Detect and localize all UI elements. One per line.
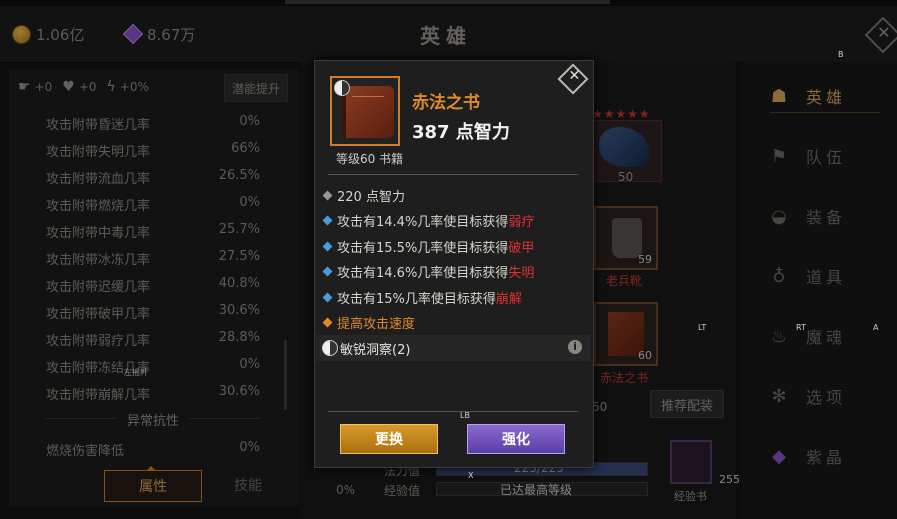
book-icon [342, 86, 394, 138]
set-bonus-name: 敏锐洞察(2) [340, 343, 411, 358]
hint-lt: LT [698, 323, 707, 332]
item-attribute: 攻击有15.5%几率使目标获得 破甲 [322, 235, 534, 257]
popup-divider-bottom [328, 411, 578, 412]
bullet-icon [322, 266, 333, 277]
item-attribute: 220 点智力 [322, 184, 405, 206]
item-attribute: 提高攻击速度 [322, 312, 415, 334]
hint-b: B [838, 50, 844, 59]
enhance-button[interactable]: 强化 [467, 424, 565, 454]
hint-rt: RT [796, 323, 806, 332]
item-name: 赤法之书 [412, 93, 480, 113]
bullet-icon [322, 215, 333, 226]
hint-x: X [468, 471, 474, 480]
bullet-icon [322, 190, 333, 200]
replace-button[interactable]: 更换 [340, 424, 438, 454]
bullet-icon [322, 292, 333, 302]
bullet-icon [322, 317, 333, 328]
yin-yang-icon [322, 340, 338, 356]
item-main-stat: 387 点智力 [412, 122, 510, 143]
hint-lb: LB [460, 411, 470, 420]
item-icon-frame [330, 76, 400, 146]
close-icon: ✕ [568, 68, 581, 85]
item-attribute: 攻击有14.6%几率使目标获得 失明 [322, 261, 534, 283]
item-level: 等级60 书籍 [336, 152, 404, 166]
info-icon[interactable]: i [568, 340, 582, 354]
popup-divider-top [328, 174, 578, 175]
item-attribute: 攻击有14.4%几率使目标获得 弱疗 [322, 210, 534, 232]
hint-a: A [873, 323, 879, 332]
item-attribute: 攻击有15%几率使目标获得 崩解 [322, 286, 522, 308]
bullet-icon [322, 241, 333, 251]
yin-yang-icon [334, 80, 350, 96]
